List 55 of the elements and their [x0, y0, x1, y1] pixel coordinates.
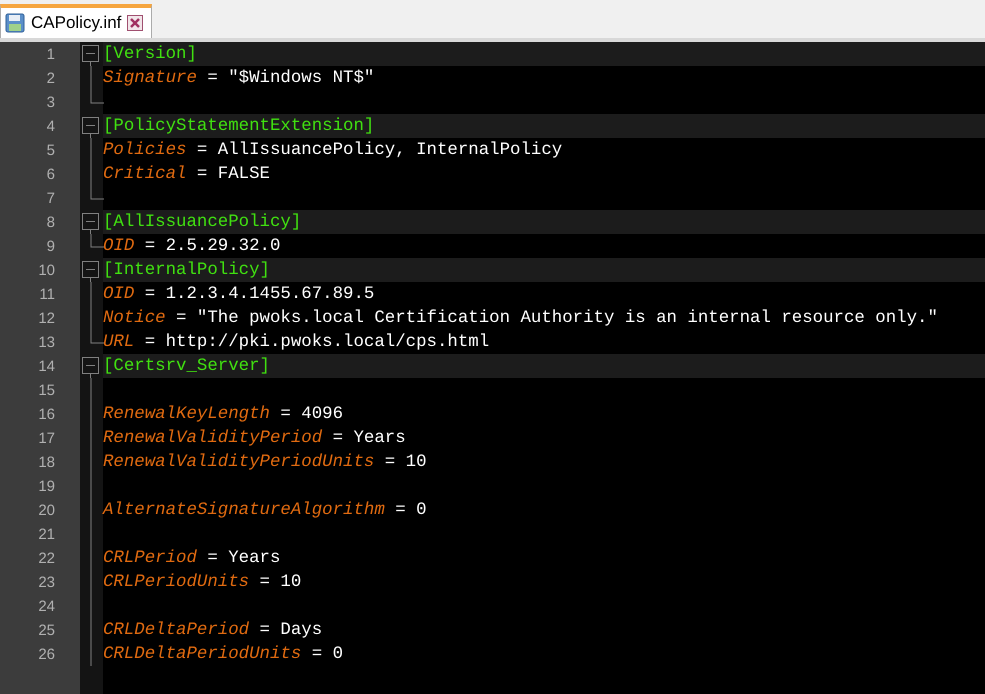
line-number: 11 [38, 286, 55, 302]
code-line: Critical = FALSE [103, 164, 270, 184]
code-line: Notice = "The pwoks.local Certification Authority is an internal resource only." [103, 308, 938, 328]
line-number: 6 [46, 166, 55, 182]
line-number: 16 [37, 406, 55, 422]
section-header: [Version] [103, 44, 197, 64]
line-number: 3 [46, 94, 55, 110]
line-number: 18 [37, 454, 55, 470]
line-number: 8 [46, 214, 55, 230]
line-number: 12 [37, 310, 55, 326]
code-line: RenewalKeyLength = 4096 [103, 404, 344, 424]
section-header: [PolicyStatementExtension] [103, 116, 374, 136]
tab-title: CAPolicy.inf [31, 13, 122, 33]
line-number: 5 [46, 142, 55, 158]
line-number: 20 [37, 502, 55, 518]
line-number: 21 [37, 526, 55, 542]
line-number: 9 [46, 238, 55, 254]
line-number: 7 [46, 190, 55, 206]
save-icon [5, 13, 25, 33]
section-header: [Certsrv_Server] [103, 356, 270, 376]
line-number: 25 [37, 622, 55, 638]
code-line: URL = http://pki.pwoks.local/cps.html [103, 332, 490, 352]
line-number: 4 [46, 118, 55, 134]
line-number: 15 [37, 382, 55, 398]
line-number: 1 [46, 46, 55, 62]
code-line: CRLDeltaPeriod = Days [103, 620, 322, 640]
code-line: OID = 1.2.3.4.1455.67.89.5 [103, 284, 374, 304]
section-header: [InternalPolicy] [103, 260, 270, 280]
fold-box-icon[interactable] [82, 258, 100, 282]
code-line: Signature = "$Windows NT$" [103, 68, 374, 88]
code-line: OID = 2.5.29.32.0 [103, 236, 280, 256]
line-number: 26 [37, 646, 55, 662]
line-number: 17 [37, 430, 55, 446]
code-line: CRLPeriod = Years [103, 548, 280, 568]
fold-box-icon[interactable] [82, 42, 100, 66]
line-number: 2 [46, 70, 55, 86]
close-icon[interactable] [127, 15, 144, 31]
line-number: 10 [37, 262, 55, 278]
code-line: CRLPeriodUnits = 10 [103, 572, 302, 592]
line-number: 19 [37, 478, 55, 494]
line-number: 24 [37, 598, 55, 614]
code-line: AlternateSignatureAlgorithm = 0 [103, 500, 427, 520]
code-line: RenewalValidityPeriod = Years [103, 428, 406, 448]
line-number: 14 [37, 358, 55, 374]
line-number: 23 [37, 574, 55, 590]
fold-box-icon[interactable] [82, 210, 100, 234]
file-tab[interactable]: CAPolicy.inf [0, 4, 152, 38]
code-line: Policies = AllIssuancePolicy, InternalPolicy [103, 140, 562, 160]
section-header: [AllIssuancePolicy] [103, 212, 302, 232]
line-number: 13 [37, 334, 55, 350]
code-line: RenewalValidityPeriodUnits = 10 [103, 452, 427, 472]
code-line: CRLDeltaPeriodUnits = 0 [103, 644, 344, 664]
fold-box-icon[interactable] [82, 354, 100, 378]
fold-box-icon[interactable] [82, 114, 100, 138]
line-number: 22 [37, 550, 55, 566]
